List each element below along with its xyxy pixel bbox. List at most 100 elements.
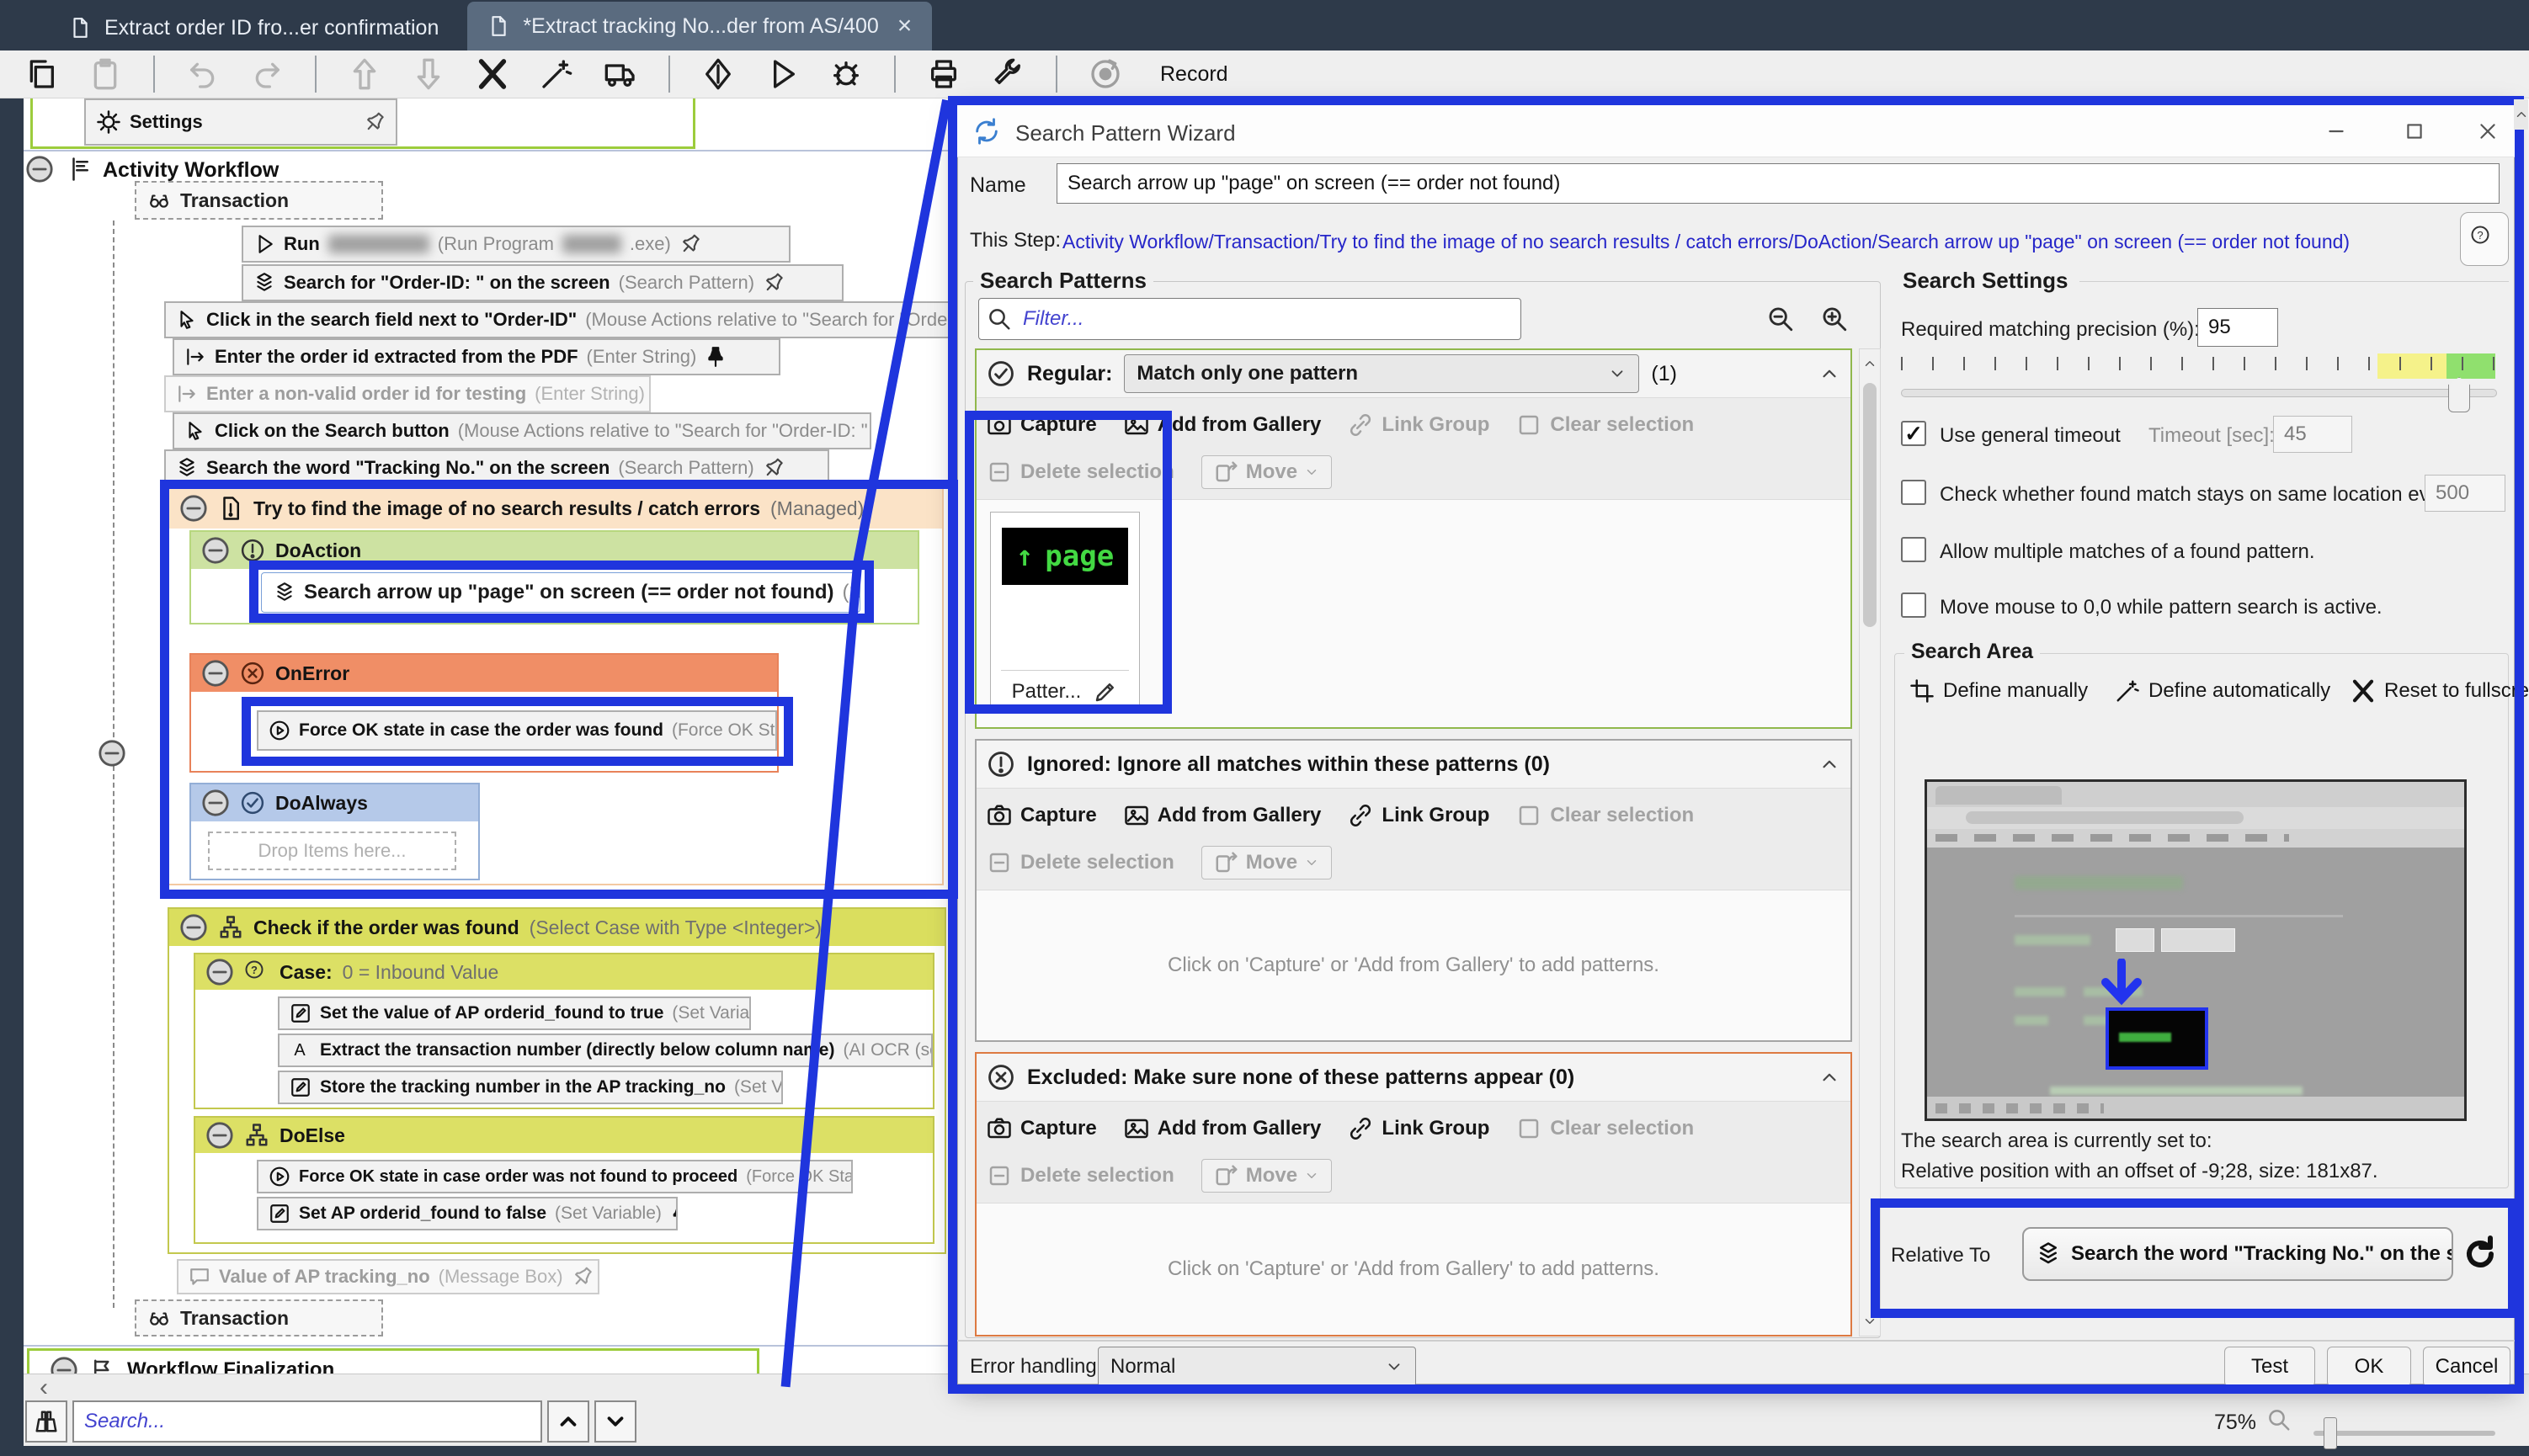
breakpoint-button[interactable] <box>700 56 736 92</box>
pin-icon[interactable] <box>649 379 651 410</box>
scroll-down-icon[interactable] <box>1862 1314 1877 1329</box>
step-click-search[interactable]: Click on the Search button (Mouse Action… <box>173 412 871 449</box>
error-handling-select[interactable]: Normal <box>1098 1347 1416 1387</box>
tab-tracking-as400[interactable]: *Extract tracking No...der from AS/400 × <box>467 2 932 50</box>
tab-order-confirmation[interactable]: Extract order ID fro...er confirmation <box>49 5 459 50</box>
step-extract-transaction[interactable]: A Extract the transaction number (direct… <box>278 1034 933 1067</box>
step-search-orderid[interactable]: Search for "Order-ID: " on the screen (S… <box>242 264 844 301</box>
collapse-chevron-icon[interactable] <box>1818 753 1840 775</box>
collapse-icon[interactable] <box>201 536 230 565</box>
case0-header[interactable]: ? Case: 0 = Inbound Value <box>195 954 933 990</box>
regular-header[interactable]: Regular: Match only one pattern (1) <box>977 350 1850 397</box>
capture-button-ignored[interactable]: Capture <box>987 803 1097 828</box>
print-button[interactable] <box>926 56 961 92</box>
transaction-node[interactable]: Transaction <box>135 181 383 220</box>
multiple-matches-checkbox[interactable] <box>1901 537 1926 562</box>
step-search-arrow-page[interactable]: Search arrow up "page" on screen (== ord… <box>261 572 860 613</box>
collapse-icon[interactable] <box>205 958 234 986</box>
define-manually-button[interactable]: Define manually <box>1909 678 2088 704</box>
use-timeout-checkbox[interactable]: ✓ <box>1901 421 1926 446</box>
move-up-button[interactable] <box>347 56 382 92</box>
clear-selection-button-ignored[interactable]: Clear selection <box>1516 803 1694 828</box>
step-search-tracking[interactable]: Search the word "Tracking No." on the sc… <box>164 449 829 486</box>
pin-filled-icon[interactable] <box>705 346 727 368</box>
move-down-button[interactable] <box>411 56 446 92</box>
excluded-header[interactable]: Excluded: Make sure none of these patter… <box>977 1054 1850 1101</box>
move-mouse-checkbox[interactable] <box>1901 592 1926 618</box>
managed-block-header[interactable]: Try to find the image of no search resul… <box>169 488 942 529</box>
collapse-icon[interactable] <box>201 789 230 817</box>
pattern-name-input[interactable] <box>1057 163 2500 204</box>
patterns-scrollbar[interactable] <box>1859 348 1881 1336</box>
step-message-box[interactable]: Value of AP tracking_no (Message Box) <box>177 1259 599 1294</box>
doaction-header[interactable]: DoAction <box>191 532 918 569</box>
step-set-orderid-true[interactable]: Set the value of AP orderid_found to tru… <box>278 996 751 1030</box>
collapse-transaction-button[interactable] <box>98 739 126 768</box>
delete-selection-button-regular[interactable]: Delete selection <box>987 460 1174 485</box>
define-automatically-button[interactable]: Define automatically <box>2115 678 2330 704</box>
link-group-button-excluded[interactable]: Link Group <box>1348 1116 1489 1141</box>
finalization-label[interactable]: Workflow Finalization <box>127 1358 334 1374</box>
scrollbar-thumb[interactable] <box>1863 383 1877 627</box>
relative-to-button[interactable]: Search the word "Tracking No." on the s <box>2022 1227 2453 1281</box>
edit-pencil-icon[interactable] <box>1093 679 1118 704</box>
search-input[interactable] <box>72 1400 542 1443</box>
onerror-header[interactable]: OnError <box>191 655 777 692</box>
collapse-icon[interactable] <box>179 494 208 523</box>
link-group-button-ignored[interactable]: Link Group <box>1348 803 1489 828</box>
delete-button[interactable] <box>475 56 510 92</box>
cancel-button[interactable]: Cancel <box>2423 1347 2510 1387</box>
run-button[interactable] <box>764 56 800 92</box>
step-store-tracking[interactable]: Store the tracking number in the AP trac… <box>278 1071 783 1104</box>
pin-icon[interactable] <box>674 229 705 260</box>
collapse-icon[interactable] <box>205 1121 234 1150</box>
record-icon[interactable] <box>1088 56 1123 92</box>
move-button-ignored[interactable]: Move <box>1201 846 1332 879</box>
paste-button[interactable] <box>88 56 123 92</box>
zoom-slider-thumb[interactable] <box>2324 1417 2337 1449</box>
capture-button-excluded[interactable]: Capture <box>987 1116 1097 1141</box>
ok-button[interactable]: OK <box>2327 1347 2411 1387</box>
redo-button[interactable] <box>249 56 285 92</box>
filter-input[interactable] <box>978 298 1521 340</box>
doalways-header[interactable]: DoAlways <box>191 784 478 821</box>
maximize-button[interactable] <box>2389 113 2440 150</box>
minimize-button[interactable] <box>2311 113 2361 150</box>
step-click-field[interactable]: Click in the search field next to "Order… <box>164 301 960 338</box>
copy-button[interactable] <box>24 56 59 92</box>
timeout-input[interactable] <box>2273 416 2352 453</box>
precision-slider-track[interactable] <box>1901 389 2497 397</box>
refresh-relative-button[interactable] <box>2460 1234 2500 1274</box>
wand-button[interactable] <box>539 56 574 92</box>
step-enter-orderid[interactable]: Enter the order id extracted from the PD… <box>173 338 780 375</box>
collapse-icon[interactable] <box>201 659 230 688</box>
add-from-gallery-button-ignored[interactable]: Add from Gallery <box>1124 803 1322 828</box>
add-from-gallery-button-excluded[interactable]: Add from Gallery <box>1124 1116 1322 1141</box>
test-button[interactable]: Test <box>2224 1347 2315 1387</box>
match-mode-select[interactable]: Match only one pattern <box>1124 354 1639 393</box>
pin-icon[interactable] <box>359 107 391 138</box>
delete-selection-button-excluded[interactable]: Delete selection <box>987 1163 1174 1188</box>
close-button[interactable] <box>2462 113 2513 150</box>
pin-icon[interactable] <box>567 1262 598 1293</box>
collapse-icon[interactable] <box>50 1356 78 1374</box>
undo-button[interactable] <box>185 56 221 92</box>
transaction2-node[interactable]: Transaction <box>135 1299 383 1336</box>
move-button-regular[interactable]: Move <box>1201 455 1332 489</box>
pin-icon[interactable] <box>758 453 789 484</box>
selectcase-header[interactable]: Check if the order was found (Select Cas… <box>169 909 945 946</box>
collapse-chevron-icon[interactable] <box>1818 1066 1840 1088</box>
zoom-slider-track[interactable] <box>2313 1431 2495 1436</box>
pattern-card[interactable]: ↑page Patter... <box>990 512 1140 714</box>
reset-fullscreen-button[interactable]: Reset to fullscreen <box>2351 678 2529 704</box>
same-location-input[interactable] <box>2425 475 2505 512</box>
zoom-in-patterns-button[interactable] <box>1820 305 1849 333</box>
pattern-thumbnail[interactable]: ↑page <box>1002 528 1128 585</box>
help-button[interactable]: ? <box>2460 212 2509 266</box>
activity-workflow-label[interactable]: Activity Workflow <box>103 158 279 183</box>
ignored-header[interactable]: Ignored: Ignore all matches within these… <box>977 741 1850 788</box>
settings-node[interactable]: Settings <box>84 98 397 146</box>
pin-filled-icon[interactable] <box>670 1204 678 1223</box>
move-button-excluded[interactable]: Move <box>1201 1159 1332 1193</box>
capture-button-regular[interactable]: Capture <box>987 412 1097 438</box>
